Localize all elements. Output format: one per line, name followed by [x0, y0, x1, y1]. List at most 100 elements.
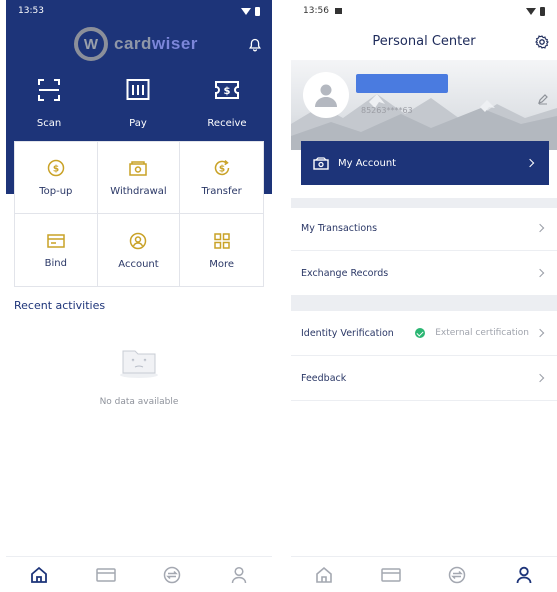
withdrawal-label: Withdrawal: [110, 185, 167, 197]
brand-wordmark: cardwiser: [114, 34, 198, 54]
more-label: More: [209, 258, 235, 270]
exchange-icon: [164, 566, 181, 583]
my-transactions-label: My Transactions: [301, 222, 378, 234]
status-time: 13:56: [303, 6, 526, 16]
feedback-label: Feedback: [301, 372, 347, 384]
receive-label: Receive: [207, 118, 247, 129]
status-time: 13:53: [18, 6, 44, 16]
battery-icon: [255, 6, 260, 16]
home-icon: [316, 566, 333, 583]
chevron-right-icon: [535, 268, 545, 278]
feedback-row[interactable]: Feedback: [291, 356, 557, 401]
exchange-icon: [449, 566, 466, 583]
exchange-records-label: Exchange Records: [301, 267, 389, 279]
pay-label: Pay: [129, 118, 147, 129]
tab-exchange[interactable]: [437, 566, 477, 584]
svg-text:$: $: [219, 164, 225, 174]
page-title: Personal Center: [372, 34, 476, 49]
recent-activities-title: Recent activities: [14, 299, 106, 312]
empty-folder-icon: [120, 350, 158, 378]
status-bar: 13:53: [6, 0, 272, 22]
profile-banner: 85263****63: [291, 60, 557, 150]
battery-icon: [540, 6, 545, 16]
top-up-label: Top-up: [39, 185, 73, 197]
pay-icon: [126, 79, 150, 100]
settings-gear-icon[interactable]: [535, 35, 549, 49]
verification-status: External certification: [435, 328, 529, 338]
tab-cards[interactable]: [371, 567, 411, 583]
user-icon: [516, 566, 532, 583]
verified-check-icon: [415, 328, 426, 338]
tab-home[interactable]: [19, 566, 59, 584]
exchange-records-row[interactable]: Exchange Records: [291, 251, 557, 296]
account-label: Account: [118, 258, 159, 270]
my-transactions-row[interactable]: My Transactions: [291, 206, 557, 251]
my-account-button[interactable]: My Account: [301, 141, 549, 185]
personal-center-screen: 13:56 Personal Center 85263****63 My Acc…: [291, 0, 557, 592]
status-icons: [526, 6, 545, 16]
transfer-icon: $: [214, 159, 229, 175]
wifi-icon: [526, 7, 536, 15]
status-icons: [241, 6, 260, 16]
identity-verification-row[interactable]: Identity Verification External certifica…: [291, 311, 557, 356]
scan-icon: [38, 79, 60, 101]
grid-icon: [213, 232, 230, 249]
transfer-label: Transfer: [201, 185, 242, 197]
svg-text:$: $: [53, 164, 59, 174]
identity-verification-label: Identity Verification: [301, 327, 394, 339]
chevron-right-icon: [535, 223, 545, 233]
bottom-tab-bar: [6, 556, 272, 592]
notification-icon: [334, 7, 342, 14]
status-bar: 13:56: [291, 0, 557, 22]
scan-button[interactable]: Scan: [14, 78, 84, 130]
my-account-label: My Account: [338, 157, 397, 169]
card-icon: [96, 567, 116, 582]
bottom-tab-bar: [291, 556, 557, 592]
card-icon: [381, 567, 401, 582]
brand-mark-icon: W: [74, 27, 108, 61]
withdrawal-button[interactable]: Withdrawal: [97, 142, 181, 214]
tab-cards[interactable]: [86, 567, 126, 583]
avatar[interactable]: [303, 72, 349, 118]
receive-button[interactable]: $ Receive: [192, 78, 262, 130]
username-redacted: [356, 74, 448, 93]
wifi-icon: [241, 7, 251, 15]
receive-icon: $: [215, 81, 239, 99]
bell-icon[interactable]: [248, 38, 262, 52]
top-up-button[interactable]: $ Top-up: [15, 142, 98, 214]
card-icon: [47, 233, 65, 248]
services-grid: $ Top-up Withdrawal $ Transfer Bind Acco…: [14, 141, 264, 287]
chevron-right-icon: [535, 373, 545, 383]
empty-state-text: No data available: [99, 397, 179, 407]
home-icon: [31, 566, 48, 583]
tab-profile[interactable]: [504, 566, 544, 584]
top-up-icon: $: [47, 159, 65, 176]
svg-text:$: $: [224, 86, 231, 97]
transfer-button[interactable]: $ Transfer: [180, 142, 263, 214]
chevron-right-icon: [525, 158, 535, 168]
scan-label: Scan: [36, 118, 62, 129]
default-avatar-icon: [315, 84, 337, 107]
status-time-text: 13:56: [303, 6, 329, 16]
withdrawal-icon: [129, 160, 148, 176]
brand-logo: W cardwiser: [74, 27, 198, 61]
edit-pencil-icon[interactable]: [537, 93, 549, 105]
tab-profile[interactable]: [219, 566, 259, 584]
chevron-right-icon: [535, 328, 545, 338]
screen-divider: [279, 0, 283, 592]
bind-label: Bind: [44, 257, 67, 269]
more-button[interactable]: More: [180, 214, 263, 287]
home-screen: 13:53 W cardwiser Scan Pay $ Receive $ T…: [6, 0, 272, 592]
bind-button[interactable]: Bind: [15, 214, 98, 287]
brand-suffix: wiser: [151, 34, 198, 53]
account-button[interactable]: Account: [98, 214, 181, 287]
pay-button[interactable]: Pay: [103, 78, 173, 130]
tab-home[interactable]: [304, 566, 344, 584]
section-divider: [291, 296, 557, 311]
brand-prefix: card: [114, 34, 152, 53]
user-circle-icon: [130, 232, 147, 249]
phone-number: 85263****63: [361, 106, 413, 115]
user-icon: [231, 566, 246, 583]
wallet-icon: [313, 156, 329, 170]
tab-exchange[interactable]: [152, 566, 192, 584]
